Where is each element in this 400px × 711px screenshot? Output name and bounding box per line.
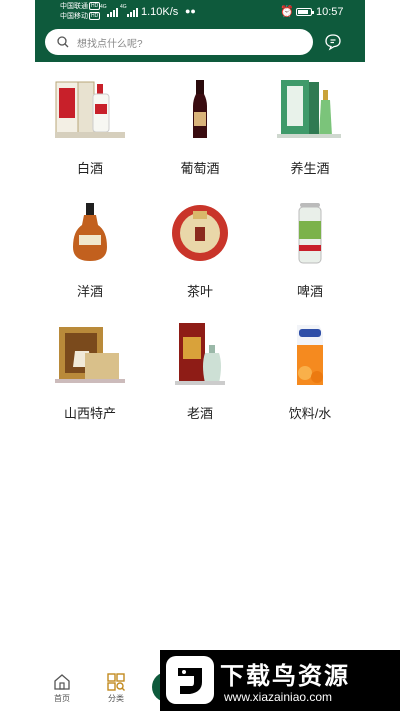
app-screen: 中国联通 HD 中国移动 HD 4G 4G 1.10K/s ●● ⏰ 10:57 想… (0, 0, 400, 711)
tab-category[interactable]: 分类 (96, 673, 136, 704)
category-grid-icon (107, 673, 125, 691)
hd-badge: HD (89, 12, 101, 21)
category-label: 老酒 (186, 406, 213, 421)
red-wine-bottle-image (193, 80, 207, 138)
search-icon (57, 36, 69, 48)
tea-cake-image (172, 205, 228, 261)
watermark-banner: 下载鸟资源 www.xiazainiao.com (160, 650, 400, 711)
clock: 10:57 (316, 6, 344, 18)
category-label: 啤酒 (296, 284, 323, 299)
network-speed: 1.10K/s (141, 6, 179, 18)
category-label: 葡萄酒 (180, 161, 220, 176)
juice-carton-image (297, 325, 323, 385)
search-placeholder: 想找点什么呢? (77, 38, 143, 50)
category-label: 山西特产 (63, 406, 116, 421)
header-bar: 中国联通 HD 中国移动 HD 4G 4G 1.10K/s ●● ⏰ 10:57 想… (35, 0, 365, 62)
home-icon (54, 674, 70, 690)
category-label: 饮料/水 (288, 406, 332, 421)
battery-icon (296, 8, 314, 16)
watermark-url: www.xiazainiao.com (224, 690, 333, 704)
cognac-bottle-image (73, 203, 107, 261)
message-button[interactable] (323, 32, 343, 52)
signal-icon (107, 7, 118, 17)
chat-bubble-icon (325, 34, 341, 51)
alarm-icon: ⏰ (280, 6, 294, 18)
status-bar: 中国联通 HD 中国移动 HD 4G 4G 1.10K/s ●● ⏰ 10:57 (35, 0, 365, 26)
tab-category-label: 分类 (108, 694, 124, 703)
carrier-2: 中国移动 (60, 13, 88, 20)
carrier-1: 中国联通 (60, 3, 88, 10)
category-label: 养生酒 (290, 161, 330, 176)
network-gen-2: 4G (120, 4, 127, 10)
category-label: 洋酒 (76, 284, 103, 299)
beer-can-image (298, 203, 322, 264)
category-label: 茶叶 (186, 284, 213, 299)
carrier-labels: 中国联通 HD 中国移动 HD (60, 2, 101, 22)
watermark-logo-icon (166, 656, 214, 704)
category-label: 白酒 (76, 161, 103, 176)
old-liquor-box-image (175, 323, 225, 385)
tab-home-label: 首页 (54, 694, 70, 703)
watermark-title: 下载鸟资源 (220, 663, 350, 690)
search-input[interactable]: 想找点什么呢? (45, 29, 313, 55)
signal-icon (127, 7, 138, 17)
baijiu-bottle-with-box-image (55, 81, 125, 138)
green-health-wine-box-image (277, 80, 341, 138)
wechat-notification-icon: ●● (185, 6, 196, 16)
shanxi-specialty-box-image (55, 327, 125, 383)
hd-badge: HD (89, 2, 101, 11)
tab-home[interactable]: 首页 (42, 673, 82, 704)
network-gen-1: 4G (100, 4, 107, 10)
